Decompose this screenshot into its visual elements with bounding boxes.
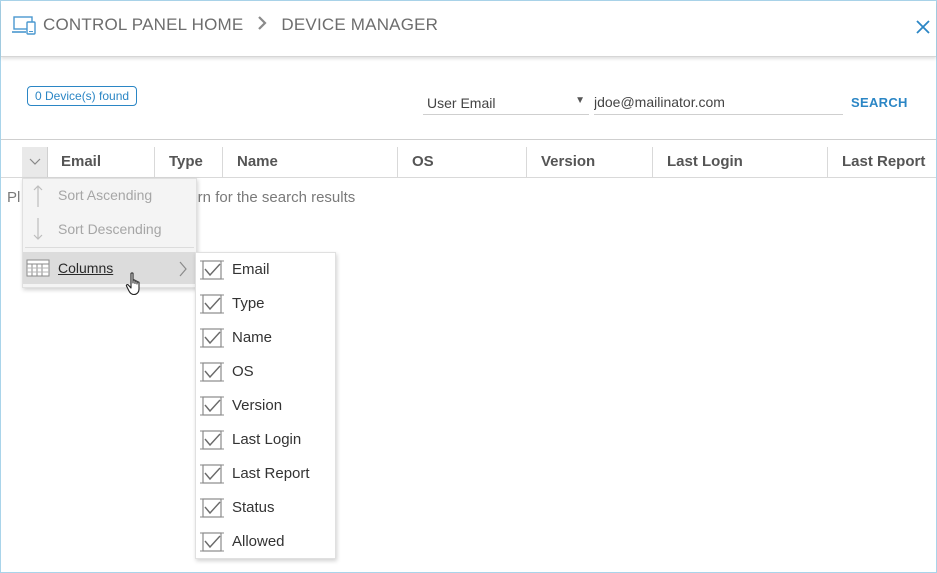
column-header-version[interactable]: Version [527,147,653,177]
column-header-last-report[interactable]: Last Report [828,147,936,177]
column-toggle-label: Allowed [232,533,285,550]
grid-header: Email Type Name OS Version Last Login La… [1,147,936,178]
columns-submenu: Email Type Name OS Version Last Login Last Rep… [195,252,336,559]
sort-ascending-icon [33,185,43,207]
column-header-os[interactable]: OS [398,147,527,177]
sort-descending-icon [33,218,43,240]
checkbox-checked-icon [200,532,224,552]
menu-item-label: Sort Ascending [58,187,153,203]
column-toggle-type[interactable]: Type [196,287,335,321]
column-toggle-status[interactable]: Status [196,491,335,525]
column-menu-button[interactable] [22,147,48,177]
menu-item-sort-ascending[interactable]: Sort Ascending [23,179,196,211]
close-icon[interactable] [916,20,930,39]
search-field-select[interactable]: User Email ▼ [423,90,589,115]
chevron-right-icon [257,15,267,35]
breadcrumb: CONTROL PANEL HOME DEVICE MANAGER [43,15,438,35]
column-toggle-label: OS [232,363,254,380]
empty-message-end: ern for the search results [189,189,356,206]
menu-item-label: Columns [58,260,114,276]
breadcrumb-device-manager: DEVICE MANAGER [281,15,439,34]
chevron-down-icon [29,158,41,165]
checkbox-checked-icon [200,260,224,280]
search-field-value: User Email [427,95,496,111]
column-header-type[interactable]: Type [155,147,223,177]
empty-message-start: Pl [7,189,21,206]
devices-found-badge: 0 Device(s) found [27,86,138,106]
column-toggle-allowed[interactable]: Allowed [196,525,335,559]
menu-item-columns[interactable]: Columns [23,252,196,284]
column-toggle-version[interactable]: Version [196,389,335,423]
column-toggle-last-login[interactable]: Last Login [196,423,335,457]
column-header-last-login[interactable]: Last Login [653,147,828,177]
column-toggle-label: Type [232,295,265,312]
column-header-email[interactable]: Email [47,147,155,177]
caret-down-icon: ▼ [575,95,585,106]
column-toggle-last-report[interactable]: Last Report [196,457,335,491]
breadcrumb-home[interactable]: CONTROL PANEL HOME [43,15,243,35]
column-toggle-email[interactable]: Email [196,253,335,287]
column-toggle-label: Last Login [232,431,302,448]
column-toggle-label: Last Report [232,465,310,482]
checkbox-checked-icon [200,294,224,314]
column-toggle-os[interactable]: OS [196,355,335,389]
search-button[interactable]: SEARCH [851,95,908,110]
checkbox-checked-icon [200,396,224,416]
checkbox-checked-icon [200,464,224,484]
checkbox-checked-icon [200,498,224,518]
search-input[interactable] [594,90,843,115]
column-toggle-label: Name [232,329,273,346]
chevron-right-icon [179,261,187,277]
menu-separator [25,247,194,248]
columns-icon [26,259,50,277]
devices-icon [12,15,38,40]
column-header-name[interactable]: Name [223,147,398,177]
grid-divider [1,139,936,140]
column-toggle-label: Version [232,397,283,414]
hand-cursor-icon [125,272,143,301]
top-header: CONTROL PANEL HOME DEVICE MANAGER [1,1,936,57]
column-menu: Sort Ascending Sort Descending Columns [22,178,197,288]
checkbox-checked-icon [200,362,224,382]
menu-item-sort-descending[interactable]: Sort Descending [23,213,196,245]
menu-item-label: Sort Descending [58,221,162,237]
column-toggle-name[interactable]: Name [196,321,335,355]
column-toggle-label: Email [232,261,270,278]
checkbox-checked-icon [200,328,224,348]
column-toggle-label: Status [232,499,275,516]
checkbox-checked-icon [200,430,224,450]
